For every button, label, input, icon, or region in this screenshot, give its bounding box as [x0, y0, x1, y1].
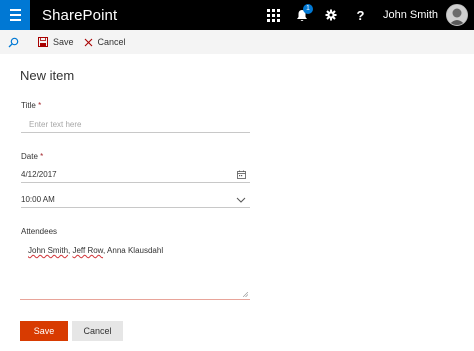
date-value: 4/12/2017	[21, 170, 57, 179]
required-marker: *	[38, 101, 42, 110]
help-icon: ?	[356, 7, 365, 23]
suite-bar: SharePoint 1 ? John Smith	[0, 0, 474, 30]
search-icon	[8, 37, 19, 47]
command-save-button[interactable]: Save	[38, 37, 74, 47]
command-cancel-button[interactable]: Cancel	[84, 37, 126, 47]
resize-grip-icon[interactable]	[243, 292, 248, 297]
search-button[interactable]	[8, 37, 28, 48]
cancel-button[interactable]: Cancel	[72, 321, 123, 341]
title-input[interactable]: Enter text here	[21, 117, 250, 133]
required-marker: *	[40, 152, 44, 161]
user-name[interactable]: John Smith	[383, 9, 438, 21]
gear-icon	[325, 9, 337, 21]
hamburger-icon-line	[9, 19, 21, 21]
attendees-label: Attendees	[21, 227, 58, 236]
hamburger-icon-line	[9, 14, 21, 16]
brand-title[interactable]: SharePoint	[42, 7, 117, 24]
user-photo-icon	[447, 5, 467, 25]
close-icon	[84, 38, 92, 46]
title-placeholder: Enter text here	[29, 120, 82, 129]
command-save-label: Save	[53, 37, 74, 47]
attendee-name: John Smith	[28, 246, 69, 255]
attendees-textarea[interactable]: John Smith, Jeff Row, Anna Klausdahl	[20, 240, 250, 300]
title-label: Title *	[21, 101, 41, 110]
date-picker[interactable]: 4/12/2017	[21, 167, 250, 183]
save-button[interactable]: Save	[20, 321, 68, 341]
page-title: New item	[20, 68, 75, 83]
app-launcher-button[interactable]	[0, 0, 30, 30]
date-label-text: Date	[21, 152, 38, 161]
apps-button[interactable]	[259, 0, 288, 30]
notifications-button[interactable]: 1	[288, 0, 317, 30]
command-cancel-label: Cancel	[97, 37, 126, 47]
settings-button[interactable]	[317, 0, 346, 30]
save-disk-icon	[38, 37, 48, 47]
command-bar: Save Cancel	[0, 30, 474, 54]
attendee-name: Anna Klausdahl	[107, 246, 164, 255]
attendee-name: Jeff Row	[72, 246, 104, 255]
chevron-down-icon	[236, 197, 246, 203]
time-value: 10:00 AM	[21, 195, 55, 204]
app-grid-icon	[266, 8, 280, 22]
calendar-icon[interactable]	[237, 170, 246, 179]
title-label-text: Title	[21, 101, 36, 110]
time-select[interactable]: 10:00 AM	[21, 192, 250, 208]
date-label: Date *	[21, 152, 43, 161]
avatar[interactable]	[446, 4, 468, 26]
suite-actions: 1 ? John Smith	[259, 0, 474, 30]
hamburger-icon-line	[9, 9, 21, 11]
help-button[interactable]: ?	[346, 0, 375, 30]
notification-badge: 1	[302, 4, 313, 14]
